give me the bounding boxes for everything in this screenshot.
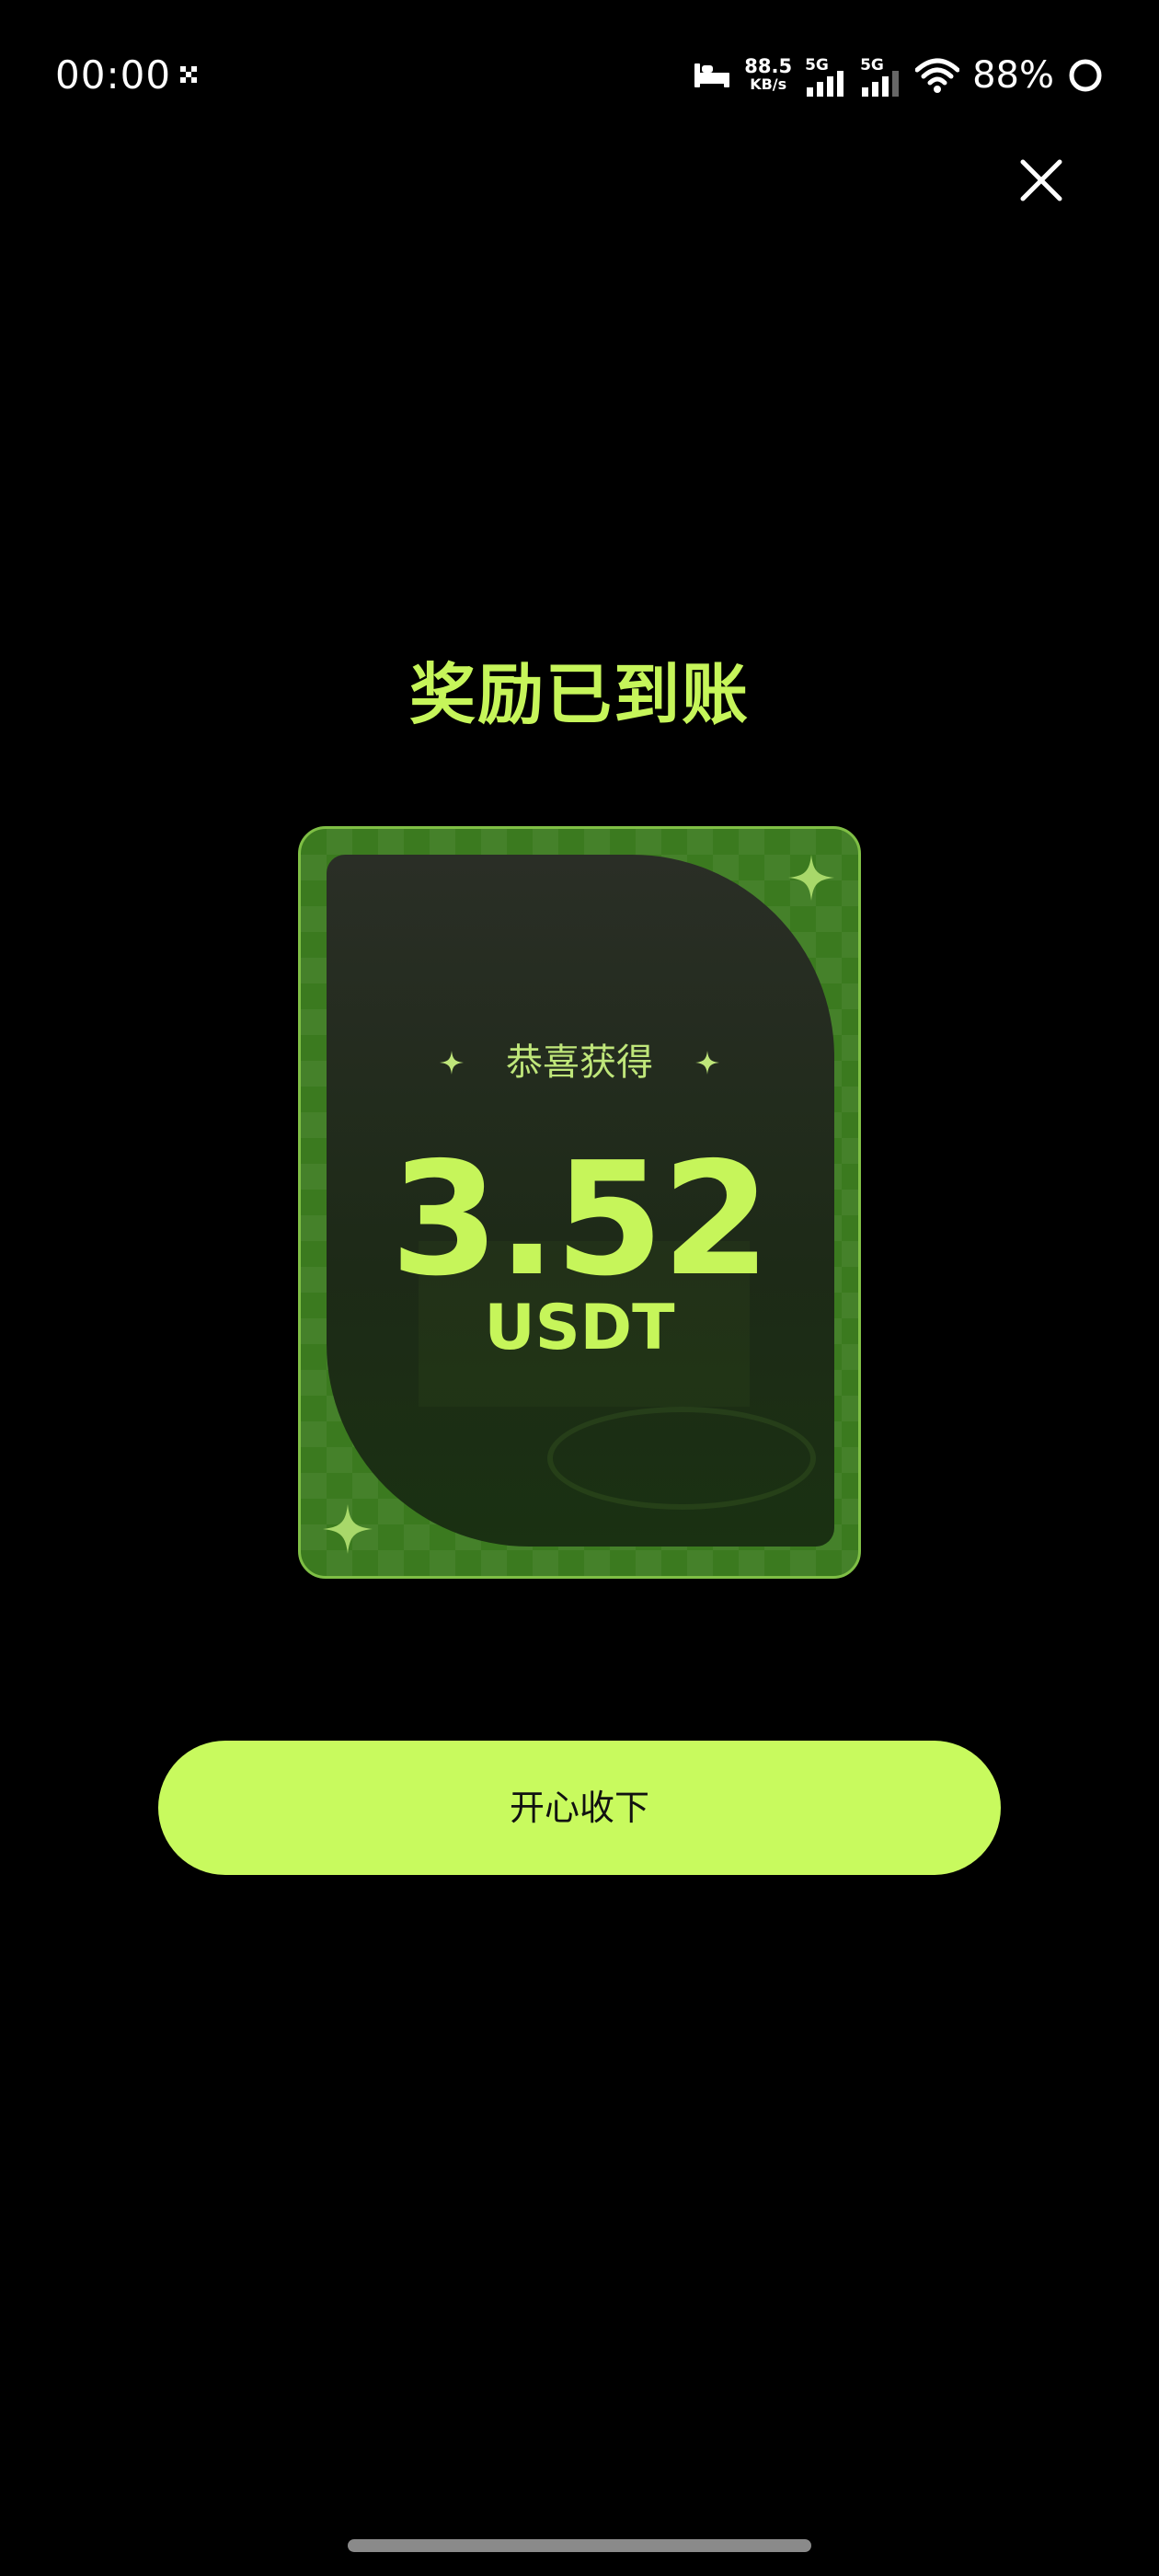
net-speed-unit: KB/s bbox=[750, 75, 787, 93]
accept-reward-button[interactable]: 开心收下 bbox=[158, 1741, 1001, 1875]
signal-icon bbox=[862, 71, 900, 97]
wifi-icon bbox=[915, 58, 960, 93]
signal-1: 5G bbox=[805, 52, 847, 98]
close-button[interactable] bbox=[1016, 155, 1067, 206]
reward-title: 奖励已到账 bbox=[408, 656, 750, 733]
card-decoration-ring bbox=[547, 1407, 816, 1510]
signal-2: 5G bbox=[860, 52, 902, 98]
battery-ring-icon bbox=[1069, 59, 1102, 92]
net-speed-value: 88.5 bbox=[744, 55, 793, 77]
sparkle-icon bbox=[440, 1051, 464, 1075]
battery-percent: 88% bbox=[972, 54, 1054, 97]
signal-icon bbox=[807, 71, 844, 97]
close-icon bbox=[1020, 159, 1062, 201]
bed-icon bbox=[694, 63, 730, 87]
subtitle-row: 恭喜获得 bbox=[298, 1030, 861, 1095]
notification-dots-icon bbox=[180, 66, 197, 83]
status-time: 00:00 bbox=[55, 52, 172, 98]
sparkle-icon bbox=[323, 1504, 373, 1554]
reward-subtitle: 恭喜获得 bbox=[506, 1041, 653, 1084]
sparkle-icon bbox=[695, 1051, 719, 1075]
reward-amount: 3.52 bbox=[390, 1129, 770, 1311]
home-indicator[interactable] bbox=[348, 2539, 811, 2552]
reward-currency: USDT bbox=[484, 1292, 675, 1364]
net-speed: 88.5 KB/s bbox=[744, 57, 792, 94]
sparkle-icon bbox=[788, 855, 834, 901]
status-icons: 88.5 KB/s 5G 5G 88% bbox=[693, 48, 1104, 103]
status-bar: 00:00 88.5 KB/s 5G 5G 88% bbox=[0, 0, 1159, 147]
